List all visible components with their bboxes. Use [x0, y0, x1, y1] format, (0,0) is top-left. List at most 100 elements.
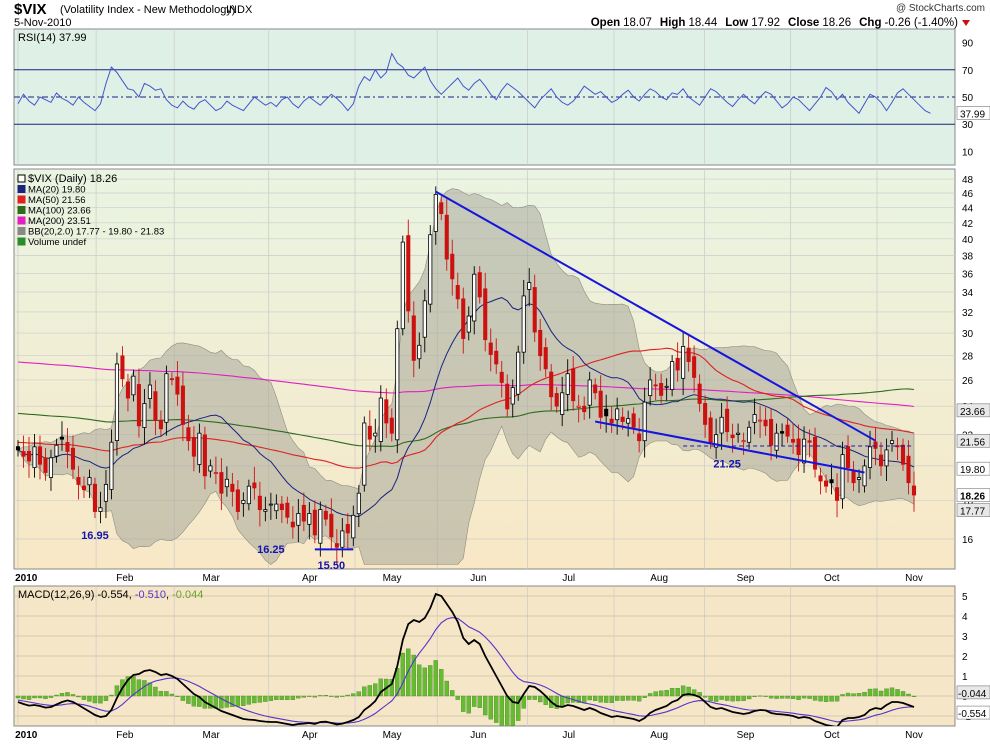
candle-filled [406, 235, 411, 312]
candle-hollow [648, 379, 653, 397]
macd-value-label: -0.044 [958, 689, 987, 700]
macd-histogram-bar [587, 695, 592, 701]
macd-histogram-bar [840, 694, 845, 697]
candle-filled [26, 450, 32, 462]
macd-histogram-bar [862, 692, 867, 697]
candle-filled [807, 440, 812, 443]
candle-filled [312, 509, 317, 536]
macd-histogram-bar [592, 695, 598, 701]
macd-histogram-bar [48, 695, 54, 698]
macd-histogram-bar [373, 683, 378, 697]
candle-filled [604, 408, 609, 417]
candle-hollow [318, 509, 323, 544]
candle-hollow [147, 384, 152, 399]
candle-hollow [296, 513, 301, 526]
candle-filled [494, 350, 499, 365]
price-annotation: 16.95 [81, 530, 109, 542]
candle-filled [252, 482, 257, 489]
price-tick-label: 34 [962, 288, 974, 299]
signal-legend-value: -0.510 [135, 589, 166, 601]
macd-histogram-bar [620, 695, 625, 701]
chart-header: $VIX (Volatility Index - New Methodology… [14, 1, 985, 29]
candle-filled [505, 383, 510, 410]
candle-hollow [378, 397, 383, 442]
candle-hollow [802, 438, 807, 464]
macd-histogram-bar [439, 669, 444, 697]
candle-filled [697, 383, 702, 404]
candle-hollow [741, 440, 746, 443]
macd-histogram-bar [774, 695, 779, 699]
symbol: $VIX [14, 1, 47, 18]
macd-x-axis-month-label: Aug [650, 730, 668, 741]
price-tick-label: 32 [962, 308, 974, 319]
macd-histogram-bar [851, 693, 856, 697]
legend-entry: MA(100) 23.66 [28, 206, 91, 217]
macd-histogram-bar [290, 695, 296, 700]
legend-entry: MA(200) 23.51 [28, 216, 91, 227]
macd-histogram-bar [884, 688, 889, 697]
macd-histogram-bar [54, 694, 59, 697]
candle-filled [780, 431, 785, 434]
macd-histogram-bar [367, 685, 373, 697]
macd-histogram-bar [252, 695, 257, 704]
macd-histogram-bar [318, 695, 323, 697]
macd-histogram-bar [911, 695, 917, 697]
macd-histogram-bar [268, 695, 274, 701]
candle-filled [202, 434, 207, 477]
candle-hollow [565, 373, 570, 395]
macd-histogram-bar [730, 695, 735, 702]
candle-filled [609, 418, 614, 424]
macd-histogram-bar [488, 695, 493, 720]
macd-histogram-bar [136, 679, 142, 697]
macd-histogram-bar [538, 695, 543, 703]
candle-filled [43, 457, 48, 473]
macd-histogram-bar [669, 688, 675, 697]
macd-histogram-bar [834, 695, 840, 702]
macd-tick-label: 1 [962, 672, 968, 683]
macd-x-axis-month-label: Jul [562, 730, 575, 741]
macd-histogram-bar [400, 652, 405, 697]
macd-histogram-bar [494, 695, 499, 723]
candle-filled [444, 214, 449, 260]
macd-histogram-bar [103, 695, 109, 701]
candle-hollow [840, 454, 845, 500]
candle-hollow [774, 432, 779, 451]
price-annotation: 21.25 [713, 458, 741, 470]
macd-histogram-bar [867, 688, 873, 697]
candle-filled [15, 446, 21, 451]
price-value-label: 18.26 [960, 492, 985, 503]
macd-x-axis-month-label: Feb [116, 730, 134, 741]
candle-filled [439, 202, 444, 214]
macd-histogram-bar [356, 691, 362, 697]
histogram-legend-value: -0.044 [172, 589, 203, 601]
candle-filled [499, 371, 504, 383]
candle-hollow [351, 514, 356, 539]
macd-histogram-bar [724, 695, 730, 701]
candle-filled [290, 521, 295, 528]
macd-histogram-bar [301, 695, 307, 698]
macd-histogram-bar [631, 695, 636, 701]
candle-hollow [164, 373, 169, 423]
candle-filled [769, 418, 774, 446]
macd-histogram-bar [164, 691, 169, 697]
candle-filled [191, 437, 196, 457]
macd-histogram-bar [109, 694, 114, 697]
macd-histogram-bar [235, 695, 241, 707]
close-label: Close [788, 17, 819, 29]
candle-hollow [516, 351, 521, 395]
price-value-label: 19.80 [960, 465, 985, 476]
candle-hollow [642, 401, 647, 442]
high-value: 18.44 [688, 17, 717, 29]
candle-filled [829, 479, 834, 484]
macd-histogram-bar [598, 695, 603, 703]
macd-histogram-bar [647, 693, 653, 697]
macd-histogram-bar [614, 695, 620, 701]
candle-filled [477, 272, 482, 298]
macd-legend: MACD(12,26,9) -0.554, -0.510, -0.044 [18, 589, 203, 601]
legend-entry: BB(20,2.0) 17.77 - 19.80 - 21.83 [28, 227, 164, 238]
candle-hollow [422, 300, 427, 338]
macd-histogram-bar [92, 695, 98, 704]
macd-histogram-bar [285, 695, 290, 700]
candle-filled [730, 434, 735, 439]
candle-filled [169, 378, 174, 381]
